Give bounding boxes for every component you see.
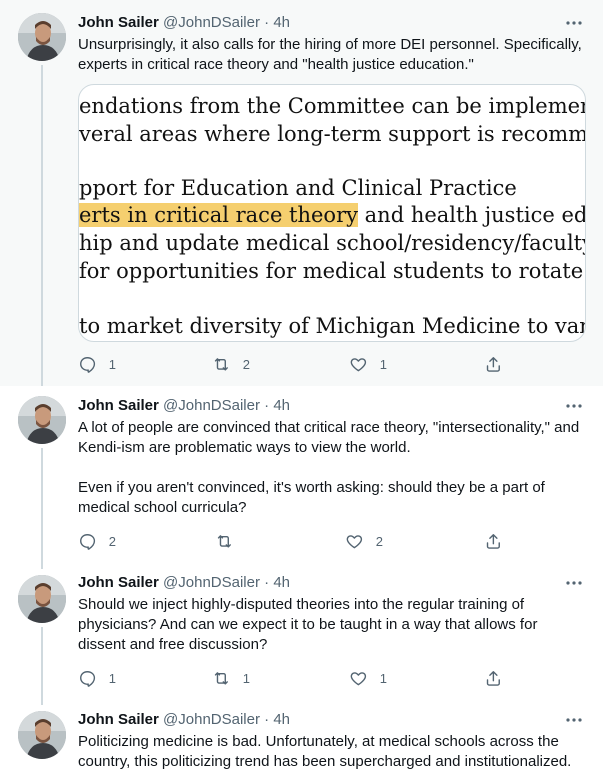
- avatar[interactable]: [18, 13, 66, 61]
- tweet-paragraph: Even if you aren't convinced, it's worth…: [78, 479, 545, 516]
- tweet-text: Should we inject highly-disputed theorie…: [78, 595, 588, 655]
- like-count: 2: [375, 533, 383, 549]
- timestamp[interactable]: 4h: [273, 711, 290, 728]
- document-line: veral areas where long-term support is r…: [79, 122, 585, 146]
- tweet-image[interactable]: endations from the Committee can be impl…: [78, 84, 586, 342]
- reply-count: 1: [108, 670, 116, 686]
- thread-line: [41, 448, 43, 569]
- like-button[interactable]: 1: [349, 354, 387, 374]
- share-icon: [486, 670, 500, 686]
- avatar[interactable]: [18, 575, 66, 623]
- timestamp[interactable]: 4h: [273, 14, 290, 31]
- share-icon: [486, 533, 500, 549]
- author-handle[interactable]: @JohnDSailer: [163, 574, 260, 591]
- share-button[interactable]: [484, 668, 503, 688]
- like-button[interactable]: 2: [345, 531, 383, 551]
- separator-dot: ·: [264, 574, 270, 591]
- tweet-text: Politicizing medicine is bad. Unfortunat…: [78, 732, 588, 772]
- document-line: for opportunities for medical students t…: [79, 259, 585, 283]
- document-line: endations from the Committee can be impl…: [79, 94, 585, 118]
- avatar-image: [18, 396, 66, 444]
- tweet-actions: 1 1 1: [78, 668, 508, 688]
- timestamp[interactable]: 4h: [273, 574, 290, 591]
- heart-icon: [350, 357, 367, 371]
- avatar-image: [18, 711, 66, 759]
- reply-icon: [80, 356, 96, 373]
- like-count: 1: [379, 670, 387, 686]
- author-name[interactable]: John Sailer: [78, 397, 159, 414]
- retweet-button[interactable]: 2: [212, 354, 250, 374]
- document-line: to market diversity of Michigan Medicine…: [79, 314, 586, 338]
- tweet-text: A lot of people are convinced that criti…: [78, 418, 588, 518]
- more-options-icon[interactable]: [564, 710, 584, 730]
- author-handle[interactable]: @JohnDSailer: [163, 14, 260, 31]
- avatar-image: [18, 13, 66, 61]
- tweet-header: John Sailer @JohnDSailer · 4h: [78, 710, 290, 730]
- retweet-button[interactable]: [215, 531, 234, 551]
- retweet-icon: [214, 671, 228, 685]
- document-line: hip and update medical school/residency/…: [79, 231, 586, 255]
- thread-line: [41, 65, 43, 386]
- reply-button[interactable]: 2: [78, 531, 116, 551]
- tweet-paragraph: Politicizing medicine is bad. Unfortunat…: [78, 733, 572, 770]
- author-name[interactable]: John Sailer: [78, 574, 159, 591]
- share-button[interactable]: [484, 354, 503, 374]
- retweet-count: 1: [242, 670, 250, 686]
- tweet[interactable]: John Sailer @JohnDSailer · 4h A lot of p…: [0, 386, 603, 569]
- author-handle[interactable]: @JohnDSailer: [163, 711, 260, 728]
- separator-dot: ·: [264, 14, 270, 31]
- highlighted-text: erts in critical race theory: [79, 203, 358, 227]
- retweet-icon: [217, 534, 231, 548]
- author-name[interactable]: John Sailer: [78, 711, 159, 728]
- tweet-text: Unsurprisingly, it also calls for the hi…: [78, 35, 588, 75]
- tweet[interactable]: John Sailer @JohnDSailer · 4h Unsurprisi…: [0, 0, 603, 386]
- tweet-header: John Sailer @JohnDSailer · 4h: [78, 13, 290, 33]
- tweet-actions: 2 2: [78, 531, 508, 551]
- more-options-icon[interactable]: [564, 573, 584, 593]
- tweet-paragraph: A lot of people are convinced that criti…: [78, 419, 580, 456]
- document-line: pport for Education and Clinical Practic…: [79, 176, 517, 200]
- share-icon: [486, 356, 500, 372]
- reply-button[interactable]: 1: [78, 354, 116, 374]
- tweet-paragraph: Unsurprisingly, it also calls for the hi…: [78, 36, 582, 73]
- retweet-icon: [214, 357, 228, 371]
- avatar[interactable]: [18, 711, 66, 759]
- tweet-header: John Sailer @JohnDSailer · 4h: [78, 396, 290, 416]
- author-handle[interactable]: @JohnDSailer: [163, 397, 260, 414]
- reply-icon: [80, 670, 96, 687]
- avatar-image: [18, 575, 66, 623]
- tweet[interactable]: John Sailer @JohnDSailer · 4h Politicizi…: [0, 705, 603, 781]
- heart-icon: [350, 671, 367, 685]
- reply-icon: [80, 533, 96, 550]
- more-options-icon[interactable]: [564, 396, 584, 416]
- thread-line: [41, 627, 43, 705]
- document-line-highlighted: erts in critical race theory and health …: [79, 203, 586, 227]
- reply-count: 1: [108, 356, 116, 372]
- retweet-count: 2: [242, 356, 250, 372]
- avatar[interactable]: [18, 396, 66, 444]
- reply-count: 2: [108, 533, 116, 549]
- like-count: 1: [379, 356, 387, 372]
- tweet-actions: 1 2 1: [78, 354, 508, 374]
- like-button[interactable]: 1: [349, 668, 387, 688]
- tweet-header: John Sailer @JohnDSailer · 4h: [78, 573, 290, 593]
- more-options-icon[interactable]: [564, 13, 584, 33]
- reply-button[interactable]: 1: [78, 668, 116, 688]
- separator-dot: ·: [264, 397, 270, 414]
- share-button[interactable]: [484, 531, 503, 551]
- heart-icon: [346, 534, 363, 548]
- tweet-paragraph: Should we inject highly-disputed theorie…: [78, 596, 538, 653]
- document-text: and health justice education: [364, 203, 586, 227]
- author-name[interactable]: John Sailer: [78, 14, 159, 31]
- separator-dot: ·: [264, 711, 270, 728]
- tweet[interactable]: John Sailer @JohnDSailer · 4h Should we …: [0, 569, 603, 705]
- retweet-button[interactable]: 1: [212, 668, 250, 688]
- timestamp[interactable]: 4h: [273, 397, 290, 414]
